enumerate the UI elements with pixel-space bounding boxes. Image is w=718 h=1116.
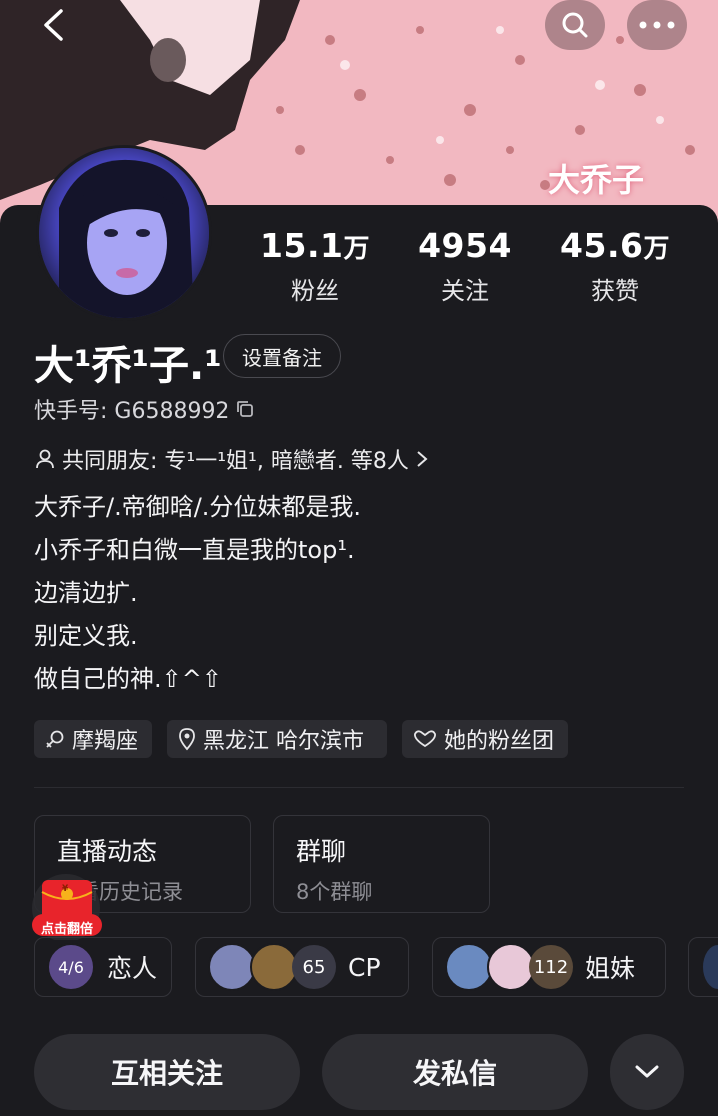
- chevron-right-icon: [417, 451, 428, 467]
- chevron-down-icon: [635, 1065, 659, 1078]
- location-label: 黑龙江 哈尔滨市: [203, 729, 364, 754]
- mutual-friends-text: 共同朋友: 专¹一¹姐¹, 暗戀者. 等8人: [62, 449, 409, 474]
- group-chat-card[interactable]: 群聊 8个群聊: [273, 815, 490, 913]
- cp-count: 65: [292, 945, 336, 989]
- lovers-label: 恋人: [107, 954, 158, 983]
- bio-line: 大乔子/.帝御晗/.分位妹都是我.: [34, 493, 362, 521]
- red-packet-symbol: ¥: [62, 884, 69, 894]
- sisters-chip[interactable]: 112 姐妹: [432, 937, 666, 997]
- profile-bio: 大乔子/.帝御晗/.分位妹都是我. 小乔子和白微一直是我的top¹. 边清边扩.…: [34, 486, 361, 701]
- heart-hands-icon: [414, 730, 436, 748]
- avatar[interactable]: [36, 145, 212, 321]
- profile-name: 大¹乔¹子.¹: [34, 343, 222, 389]
- following-count: 4954: [418, 226, 512, 265]
- mutual-follow-button[interactable]: 互相关注: [34, 1034, 300, 1110]
- bio-line: 边清边扩.: [34, 579, 138, 607]
- fan-club-label: 她的粉丝团: [444, 729, 555, 754]
- lovers-chip[interactable]: 4/6 恋人: [34, 937, 172, 997]
- sister-avatar: [445, 943, 493, 991]
- location-pin-icon: [179, 728, 195, 751]
- bio-line: 做自己的神.⇧^⇧: [34, 665, 222, 693]
- sisters-label: 姐妹: [585, 954, 636, 983]
- cp-avatar: [250, 943, 298, 991]
- cp-avatar: [208, 943, 256, 991]
- avatar-photo: [39, 148, 209, 318]
- bio-line: 小乔子和白微一直是我的top¹.: [34, 536, 355, 564]
- more-dots-icon: [639, 21, 675, 29]
- lovers-count: 4/6: [58, 957, 84, 977]
- live-card-title: 直播动态: [57, 837, 158, 866]
- sisters-count: 112: [529, 945, 573, 989]
- search-icon: [562, 12, 588, 38]
- sister-avatar: [487, 943, 535, 991]
- fans-label: 粉丝: [291, 277, 339, 305]
- kuaishou-id-row[interactable]: 快手号: G6588992: [34, 393, 255, 425]
- back-arrow-icon: [44, 9, 63, 41]
- banner-watermark: 大乔子: [548, 161, 645, 199]
- stat-fans[interactable]: 15.1万 粉丝: [240, 226, 390, 306]
- red-packet-label: 点击翻倍: [40, 922, 93, 937]
- group-card-title: 群聊: [296, 837, 347, 866]
- zodiac-icon: [46, 730, 64, 748]
- likes-label: 获赞: [591, 277, 639, 305]
- zodiac-tag[interactable]: 摩羯座: [34, 720, 152, 758]
- location-tag[interactable]: 黑龙江 哈尔滨市: [167, 720, 387, 758]
- relation-avatar: [701, 943, 718, 991]
- mutual-friends-row[interactable]: 共同朋友: 专¹一¹姐¹, 暗戀者. 等8人: [34, 443, 429, 475]
- red-packet-badge[interactable]: ¥ 点击翻倍: [22, 870, 114, 942]
- set-remark-button[interactable]: 设置备注: [223, 334, 341, 378]
- zodiac-label: 摩羯座: [72, 729, 139, 754]
- section-divider: [34, 787, 684, 788]
- send-message-button[interactable]: 发私信: [322, 1034, 588, 1110]
- search-button[interactable]: [545, 0, 605, 50]
- copy-icon[interactable]: [235, 399, 255, 419]
- person-icon: [36, 449, 54, 469]
- back-button[interactable]: [30, 2, 76, 48]
- fans-count: 15.1万: [260, 226, 370, 265]
- cp-chip[interactable]: 65 CP: [195, 937, 409, 997]
- bio-line: 别定义我.: [34, 622, 138, 650]
- more-button[interactable]: [627, 0, 687, 50]
- stat-following[interactable]: 4954 关注: [390, 226, 540, 306]
- kuaishou-id: 快手号: G6588992: [34, 399, 230, 424]
- lover-avatar: 4/6: [47, 943, 95, 991]
- following-label: 关注: [441, 277, 489, 305]
- stat-likes[interactable]: 45.6万 获赞: [540, 226, 690, 306]
- expand-more-button[interactable]: [610, 1034, 684, 1110]
- likes-count: 45.6万: [560, 226, 670, 265]
- fan-club-tag[interactable]: 她的粉丝团: [402, 720, 568, 758]
- more-relations-chip[interactable]: [688, 937, 718, 997]
- cp-label: CP: [348, 952, 381, 982]
- group-card-subtitle: 8个群聊: [296, 880, 373, 904]
